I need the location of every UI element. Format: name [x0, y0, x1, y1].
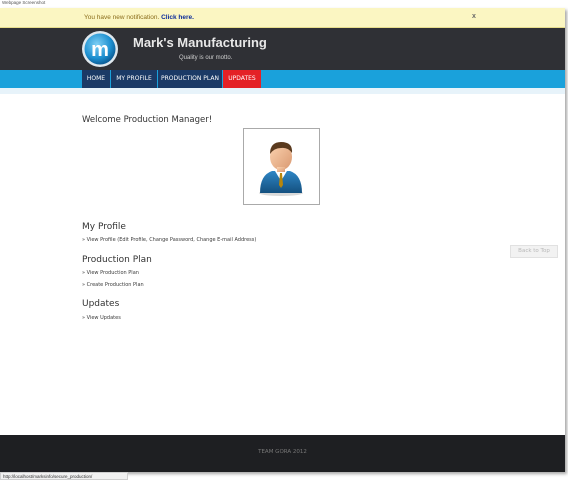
back-to-top-button[interactable]: Back to Top — [510, 245, 558, 258]
notification-bar: You have new notification. Click here. x — [0, 8, 565, 28]
notification-message: You have new notification. — [84, 14, 162, 21]
notification-text: You have new notification. Click here. — [84, 14, 194, 21]
brand-motto: Quality is our motto. — [179, 55, 233, 61]
view-production-plan-link[interactable]: » View Production Plan — [82, 270, 139, 276]
footer-text: TEAM GORA 2012 — [258, 449, 307, 455]
status-bar-url: http://localhost/marksinfo/secure_produc… — [0, 472, 128, 480]
section-my-profile-title: My Profile — [82, 222, 126, 232]
page-title: Welcome Production Manager! — [82, 115, 213, 125]
site-footer: TEAM GORA 2012 — [0, 435, 565, 472]
user-avatar-icon — [259, 142, 303, 196]
screenshot-caption: Webpage Screenshot — [2, 0, 46, 5]
nav-home[interactable]: HOME — [82, 70, 110, 88]
avatar — [243, 128, 320, 205]
nav-divider — [0, 88, 565, 94]
main-nav: HOME MY PROFILE PRODUCTION PLAN UPDATES — [0, 70, 565, 88]
browser-page: You have new notification. Click here. x… — [0, 8, 565, 472]
site-header: m Mark's Manufacturing Quality is our mo… — [0, 28, 565, 70]
notification-link[interactable]: Click here. — [161, 14, 194, 21]
nav-updates[interactable]: UPDATES — [223, 70, 261, 88]
close-icon[interactable]: x — [472, 13, 476, 20]
logo[interactable]: m — [78, 29, 122, 69]
view-updates-link[interactable]: » View Updates — [82, 315, 121, 321]
view-profile-link[interactable]: » View Profile (Edit Profile, Change Pas… — [82, 237, 256, 243]
brand-name[interactable]: Mark's Manufacturing — [133, 35, 267, 50]
section-production-plan-title: Production Plan — [82, 255, 152, 265]
logo-icon: m — [82, 31, 118, 67]
create-production-plan-link[interactable]: » Create Production Plan — [82, 282, 144, 288]
nav-my-profile[interactable]: MY PROFILE — [111, 70, 157, 88]
nav-production-plan[interactable]: PRODUCTION PLAN — [158, 70, 222, 88]
section-updates-title: Updates — [82, 299, 120, 309]
svg-text:m: m — [91, 39, 109, 61]
